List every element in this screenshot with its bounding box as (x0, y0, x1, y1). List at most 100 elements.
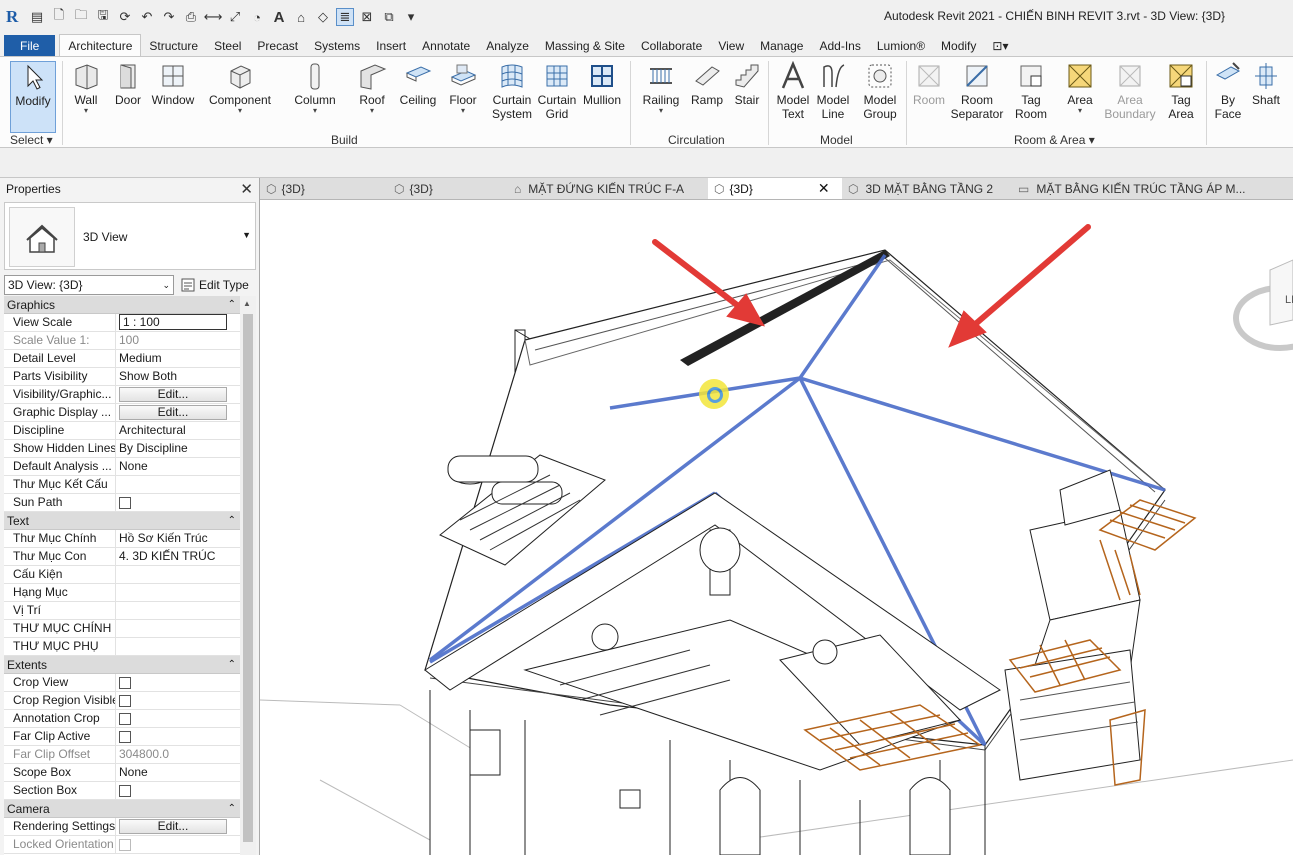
column-button[interactable]: Column ▾ (294, 61, 336, 115)
undo-icon[interactable]: ↶ (138, 8, 156, 26)
tag-icon[interactable]: ◔ (248, 8, 266, 26)
property-value[interactable]: Architectural (116, 422, 240, 439)
room-separator-button[interactable]: Room Separator (950, 61, 1004, 121)
property-value[interactable] (116, 638, 240, 655)
default-3d-icon[interactable]: ⌂ (292, 8, 310, 26)
scroll-up-icon[interactable]: ▲ (243, 299, 251, 308)
ribbon-tab-lumion[interactable]: Lumion® (869, 35, 933, 56)
property-value[interactable]: 1 : 100 (116, 314, 240, 331)
curtain-grid-button[interactable]: Curtain Grid (536, 61, 578, 121)
3d-viewport[interactable]: LE (260, 200, 1293, 855)
collapse-icon[interactable]: ⌃ (228, 299, 236, 310)
property-value[interactable] (116, 494, 240, 511)
ribbon-tab-collaborate[interactable]: Collaborate (633, 35, 710, 56)
view-tab[interactable]: ⬡ {3D} ✕ (708, 178, 842, 199)
edit-type-button[interactable]: Edit Type (180, 277, 249, 293)
model-line-button[interactable]: Model Line (814, 61, 852, 121)
stair-button[interactable]: Stair (730, 61, 764, 107)
property-value[interactable] (116, 476, 240, 493)
model-text-button[interactable]: Model Text (774, 61, 812, 121)
property-value[interactable] (116, 584, 240, 601)
modify-button[interactable]: Modify (10, 61, 56, 133)
property-value[interactable] (116, 728, 240, 745)
property-group-header[interactable]: Text ⌃ (4, 512, 240, 530)
room-button[interactable]: Room (910, 61, 948, 107)
property-value[interactable]: 4. 3D KIẾN TRÚC (116, 548, 240, 565)
area-button[interactable]: Area ▾ (1062, 61, 1098, 115)
ribbon-tab-architecture[interactable]: Architecture (59, 34, 142, 56)
view-tab[interactable]: ⬡ {3D} (260, 178, 388, 199)
ribbon-tab-precast[interactable]: Precast (249, 35, 306, 56)
by-face-button[interactable]: By Face (1210, 61, 1246, 121)
property-group-header[interactable]: Graphics ⌃ (4, 296, 240, 314)
property-value[interactable]: Edit... (116, 404, 240, 421)
property-value[interactable]: By Discipline (116, 440, 240, 457)
model-group-button[interactable]: Model Group (858, 61, 902, 121)
ribbon-tab-systems[interactable]: Systems (306, 35, 368, 56)
railing-button[interactable]: Railing ▾ (640, 61, 682, 115)
new-file-icon[interactable]: 🗋 (50, 7, 68, 26)
property-value[interactable] (116, 566, 240, 583)
view-tab[interactable]: ⬡ 3D MẶT BẰNG TẦNG 2 (842, 178, 1012, 199)
room-area-panel-label[interactable]: Room & Area ▾ (1014, 133, 1095, 147)
close-icon[interactable]: ✕ (240, 180, 253, 198)
save-icon[interactable]: 🖫 (94, 7, 112, 26)
view-tab[interactable]: ⌂ MẶT ĐỨNG KIẾN TRÚC F-A (508, 178, 708, 199)
type-selector[interactable]: 3D View ▼ (4, 202, 256, 270)
ribbon-tab-view[interactable]: View (710, 35, 752, 56)
checkbox[interactable] (119, 677, 131, 689)
property-value[interactable] (116, 692, 240, 709)
view-tab[interactable]: ⬡ {3D} (388, 178, 508, 199)
property-value[interactable] (116, 602, 240, 619)
shaft-button[interactable]: Shaft (1248, 61, 1284, 107)
sync-icon[interactable]: ⟳ (116, 8, 134, 26)
floor-button[interactable]: Floor ▾ (446, 61, 480, 115)
property-value[interactable]: None (116, 764, 240, 781)
wall-button[interactable]: Wall ▾ (70, 61, 102, 115)
dimension-icon[interactable]: ⤢ (226, 8, 244, 26)
ribbon-tab-modify[interactable]: Modify (933, 35, 984, 56)
close-hidden-icon[interactable]: ⊠ (358, 8, 376, 26)
collapse-icon[interactable]: ⌃ (228, 515, 236, 526)
collapse-icon[interactable]: ⌃ (228, 659, 236, 670)
property-group-header[interactable]: Extents ⌃ (4, 656, 240, 674)
property-value[interactable] (116, 620, 240, 637)
ribbon-tab-massing-site[interactable]: Massing & Site (537, 35, 633, 56)
edit-button[interactable]: Edit... (119, 405, 227, 420)
viewcube[interactable]: LE (1233, 259, 1293, 351)
property-value[interactable]: None (116, 458, 240, 475)
property-value[interactable]: Edit... (116, 818, 240, 835)
redo-icon[interactable]: ↷ (160, 8, 178, 26)
property-value[interactable] (116, 782, 240, 799)
collapse-icon[interactable]: ⌃ (228, 803, 236, 814)
view-tab[interactable]: ▭ MẶT BẰNG KIẾN TRÚC TẦNG ÁP M... (1012, 178, 1292, 199)
scrollbar-thumb[interactable] (243, 314, 253, 842)
instance-filter-select[interactable]: 3D View: {3D} ⌄ (4, 275, 174, 295)
section-icon[interactable]: ◇ (314, 8, 332, 26)
property-value[interactable]: Show Both (116, 368, 240, 385)
edit-button[interactable]: Edit... (119, 819, 227, 834)
checkbox[interactable] (119, 695, 131, 707)
door-button[interactable]: Door (112, 61, 144, 107)
checkbox[interactable] (119, 785, 131, 797)
component-button[interactable]: Component ▾ (208, 61, 272, 115)
ribbon-tab-steel[interactable]: Steel (206, 35, 249, 56)
select-panel-label[interactable]: Select ▾ (10, 133, 53, 147)
ribbon-tab-manage[interactable]: Manage (752, 35, 811, 56)
window-button[interactable]: Window (150, 61, 196, 107)
ceiling-button[interactable]: Ceiling (398, 61, 438, 107)
checkbox[interactable] (119, 731, 131, 743)
property-group-header[interactable]: Camera ⌃ (4, 800, 240, 818)
area-boundary-button[interactable]: Area Boundary (1104, 61, 1156, 121)
roof-button[interactable]: Roof ▾ (356, 61, 388, 115)
close-tab-icon[interactable]: ✕ (818, 180, 830, 197)
print-icon[interactable]: ⎙ (182, 8, 200, 26)
mullion-button[interactable]: Mullion (580, 61, 624, 107)
open-folder-icon[interactable]: 🗀 (72, 7, 90, 26)
property-value[interactable]: Edit... (116, 386, 240, 403)
ramp-button[interactable]: Ramp (690, 61, 724, 107)
checkbox[interactable] (119, 497, 131, 509)
recent-icon[interactable]: ▤ (28, 8, 46, 26)
tag-area-button[interactable]: Tag Area (1162, 61, 1200, 121)
ribbon-tab-file[interactable]: File (4, 35, 56, 56)
